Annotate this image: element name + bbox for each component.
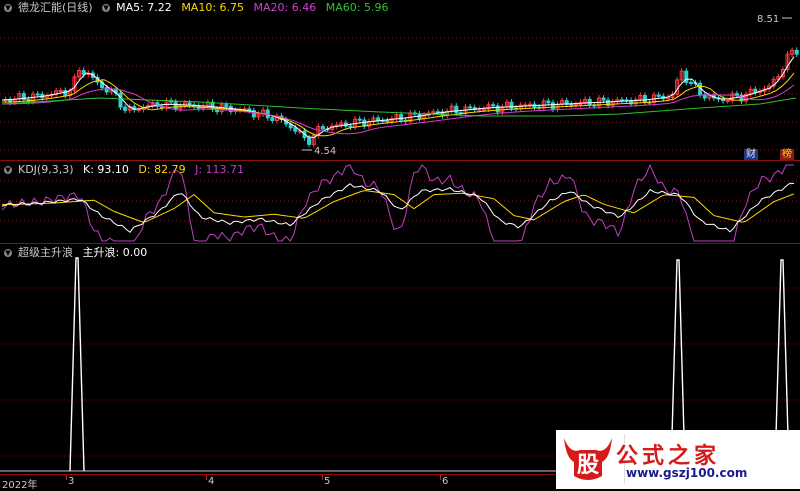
candle-body (224, 104, 229, 107)
x-label-month: 4 (208, 476, 215, 487)
watermark-url: www.gszj100.com (626, 466, 748, 480)
x-tick (322, 475, 323, 480)
candle-body (118, 92, 123, 108)
candle-body (491, 104, 496, 107)
candle-body (468, 106, 473, 109)
candlestick-chart[interactable] (0, 0, 800, 160)
candle-body (587, 98, 592, 106)
candle-body (376, 117, 381, 121)
candle-body (136, 108, 141, 111)
candle-body (399, 114, 404, 121)
signal-spike (69, 257, 85, 472)
bull-logo-icon: 股 (564, 438, 612, 480)
candle-body (619, 99, 624, 102)
candle-body (527, 103, 532, 106)
candle-body (320, 126, 325, 130)
d-line (2, 190, 795, 223)
watermark: 股 公式之家 www.gszj100.com (556, 430, 800, 489)
candle-body (601, 97, 606, 101)
candle-body (63, 90, 68, 97)
kdj-chart[interactable] (0, 161, 800, 243)
candle-body (265, 109, 270, 119)
candle-body (270, 117, 275, 122)
x-label-month: 6 (442, 476, 449, 487)
candle-body (688, 81, 693, 84)
candle-body (35, 93, 40, 96)
x-tick (440, 475, 441, 480)
candle-body (550, 102, 555, 110)
candle-body (307, 137, 312, 145)
candle-body (734, 93, 739, 96)
candle-body (293, 127, 298, 132)
candle-body (481, 108, 486, 111)
candle-body (58, 90, 63, 93)
candle-body (642, 94, 647, 103)
price-panel[interactable]: ▼ 德龙汇能(日线) ▼ MA5: 7.22 MA10: 6.75 MA20: 6.… (0, 0, 800, 161)
candle-body (104, 87, 109, 93)
x-label-month: 3 (68, 476, 75, 487)
candle-body (123, 106, 128, 111)
candle-body (725, 100, 730, 103)
x-tick (206, 475, 207, 480)
j-line (1, 163, 794, 242)
candle-body (173, 101, 178, 110)
candle-body (546, 100, 551, 104)
candle-body (684, 70, 689, 83)
x-tick (66, 475, 67, 480)
candle-body (454, 105, 459, 114)
kdj-panel[interactable]: ▼ KDJ(9,3,3) K: 93.10 D: 82.79 J: 113.71 (0, 161, 800, 243)
candle-body (348, 125, 353, 128)
candle-body (495, 105, 500, 113)
candle-body (753, 88, 758, 93)
candle-body (656, 94, 661, 97)
candle-body (477, 108, 482, 111)
candle-body (569, 103, 574, 106)
logo-glyph: 股 (577, 453, 599, 478)
candle-body (357, 118, 362, 121)
x-label-month: 5 (324, 476, 331, 487)
candle-body (385, 120, 390, 123)
candle-body (794, 49, 799, 55)
k-line (1, 182, 795, 233)
candle-body (573, 104, 578, 107)
